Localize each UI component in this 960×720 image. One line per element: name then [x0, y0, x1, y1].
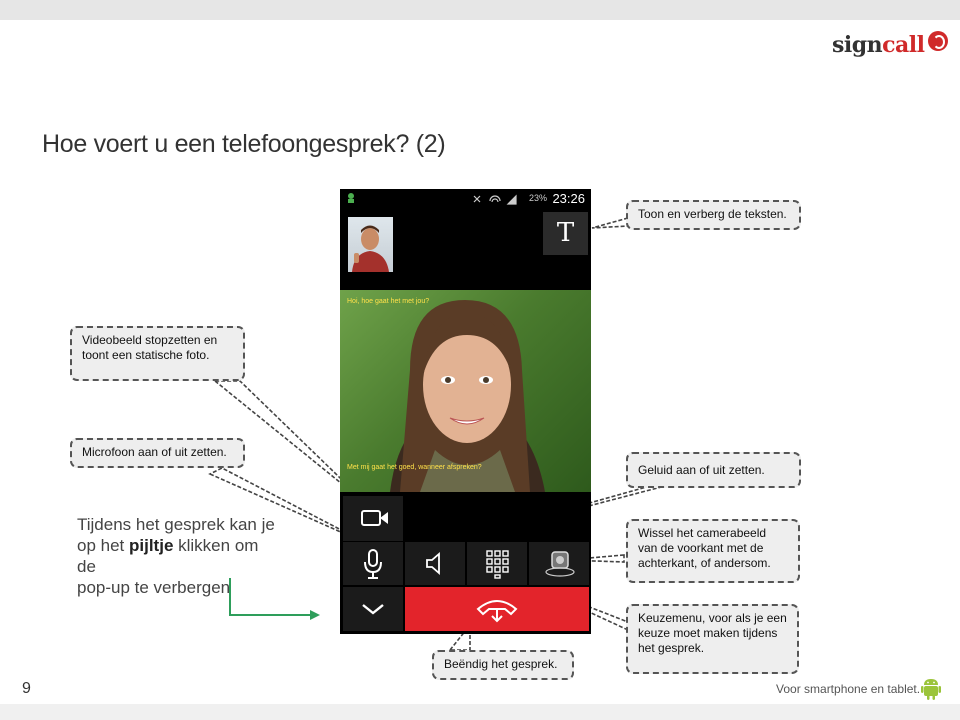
self-view-thumbnail	[348, 217, 393, 272]
toggle-text-button[interactable]: T	[543, 212, 588, 255]
remote-video	[340, 290, 591, 492]
hint-line-1: Tijdens het gesprek kan je	[77, 515, 275, 534]
callout-keypad: Keuzemenu, voor als je een keuze moet ma…	[626, 604, 799, 674]
speaker-icon	[426, 552, 440, 575]
callout-sound: Geluid aan of uit zetten.	[626, 452, 801, 488]
microphone-icon	[364, 549, 382, 579]
caption-top: Hoi, hoe gaat het met jou?	[347, 298, 430, 305]
hint-line-2: op het pijltje klikken om de	[77, 536, 259, 576]
battery-level: 23%	[528, 193, 547, 203]
page-title: Hoe voert u een telefoongesprek? (2)	[42, 130, 446, 158]
clock: 23:26	[552, 191, 585, 206]
callout-camera-switch: Wissel het camerabeeld van de voorkant m…	[626, 519, 800, 583]
chevron-down-icon	[362, 604, 384, 615]
caption-bottom: Met mij gaat het goed, wanneer afspreken…	[347, 464, 482, 471]
keypad-icon	[486, 550, 509, 579]
top-band	[0, 0, 960, 20]
hint-bold-word: pijltje	[129, 536, 174, 555]
logo-text-call: call	[882, 32, 925, 58]
status-bar: 23% 23:26	[340, 189, 591, 208]
page-number: 9	[22, 680, 31, 697]
video-camera-icon	[361, 510, 388, 526]
person-photo	[352, 225, 389, 272]
notification-icon	[348, 193, 354, 203]
hint-text: Tijdens het gesprek kan je op het pijltj…	[77, 514, 277, 598]
signcall-logo: sign call	[832, 28, 948, 62]
callout-toggle-text: Toon en verberg de teksten.	[626, 200, 801, 230]
keypad-button[interactable]	[467, 542, 527, 585]
switch-camera-icon	[545, 551, 575, 577]
logo-text-sign: sign	[832, 32, 883, 58]
bottom-band	[0, 704, 960, 720]
callout-video-stop: Videobeeld stopzetten en toont een stati…	[70, 326, 245, 381]
hide-popup-button[interactable]	[343, 587, 403, 631]
logo-mark-icon	[927, 31, 948, 51]
end-call-button[interactable]	[405, 587, 589, 631]
switch-camera-button[interactable]	[529, 542, 589, 585]
callout-microphone: Microfoon aan of uit zetten.	[70, 438, 245, 468]
remote-person-photo	[390, 300, 545, 492]
microphone-button[interactable]	[343, 542, 403, 585]
sound-button[interactable]	[405, 542, 465, 585]
phone-screen: 23% 23:26 T Hoi, hoe gaat het met jou? M…	[340, 189, 591, 634]
status-icons	[473, 194, 517, 205]
video-toggle-button[interactable]	[343, 496, 403, 541]
footer-text: Voor smartphone en tablet.	[776, 682, 921, 696]
callout-end-call: Beëndig het gesprek.	[432, 650, 574, 680]
android-icon	[921, 679, 941, 700]
hint-line-3: pop-up te verbergen	[77, 578, 231, 597]
hang-up-icon	[476, 600, 518, 623]
